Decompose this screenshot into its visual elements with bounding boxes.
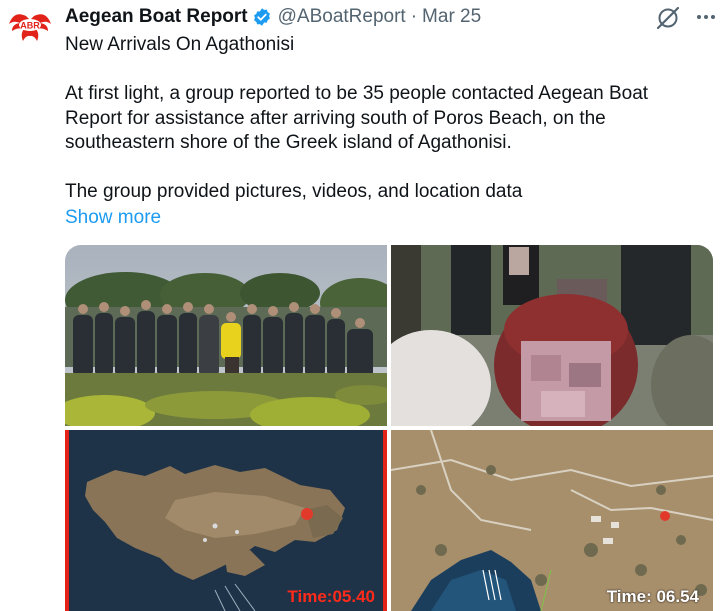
separator-dot: · <box>410 6 418 27</box>
tweet-title-line: New Arrivals On Agathonisi <box>65 34 295 55</box>
more-options-icon[interactable] <box>694 4 718 30</box>
abr-logo-icon: ABR <box>9 14 51 41</box>
selfie-photo[interactable] <box>391 245 713 426</box>
tweet-paragraph-1: At first light, a group reported to be 3… <box>65 83 649 153</box>
author-name[interactable]: Aegean Boat Report <box>65 6 248 28</box>
author-handle[interactable]: @ABoatReport <box>278 6 406 28</box>
grok-icon[interactable] <box>655 5 681 31</box>
media-grid: Time:05.40 Time: 06.54 <box>65 245 713 611</box>
verified-badge-icon[interactable] <box>252 7 272 27</box>
location-map-1[interactable]: Time:05.40 <box>65 430 387 611</box>
group-photo[interactable] <box>65 245 387 426</box>
map2-time-label: Time: 06.54 <box>606 587 699 606</box>
avatar[interactable]: ABR <box>6 4 54 52</box>
tweet-header: Aegean Boat Report @ABoatReport · Mar 25 <box>65 5 481 29</box>
tweet-date[interactable]: Mar 25 <box>422 6 481 28</box>
location-map-2[interactable]: Time: 06.54 <box>391 430 713 611</box>
svg-text:ABR: ABR <box>20 21 40 31</box>
tweet[interactable]: ABR Aegean Boat Report @ABoatReport · Ma… <box>0 0 723 611</box>
tweet-paragraph-2: The group provided pictures, videos, and… <box>65 181 523 202</box>
map1-time-label: Time:05.40 <box>287 587 375 606</box>
show-more-link[interactable]: Show more <box>65 206 161 231</box>
